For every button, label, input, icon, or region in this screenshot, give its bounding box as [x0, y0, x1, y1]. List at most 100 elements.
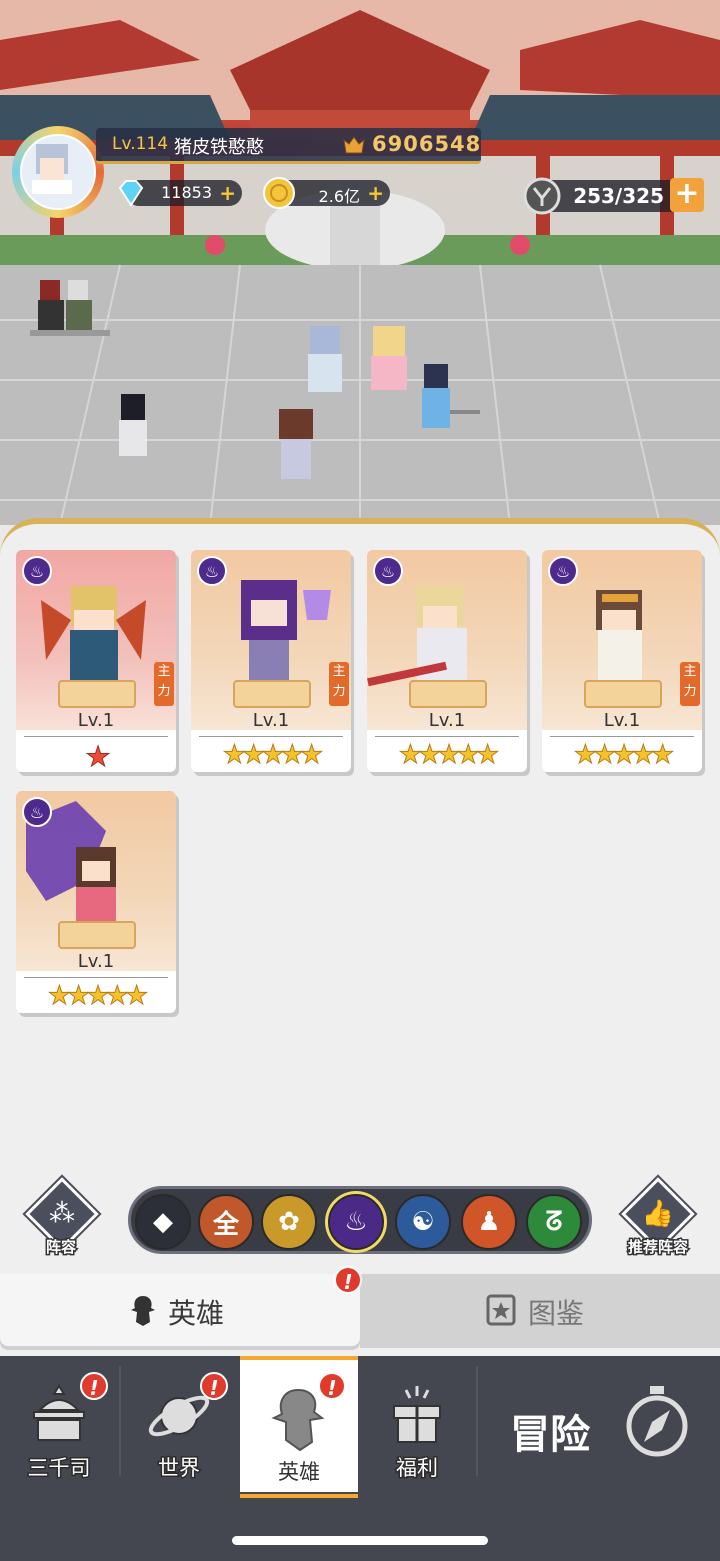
tab-hero[interactable]: 英雄 !: [0, 1266, 362, 1346]
hero-silhouette-icon: [131, 1296, 155, 1326]
dark-flame-icon: ♨: [22, 797, 52, 827]
character-swordsman: [30, 280, 110, 336]
hero-card[interactable]: ♨ Lv.1 ★★★★★: [367, 550, 527, 772]
divider: [24, 977, 168, 978]
nav-world[interactable]: ! 世界: [120, 1356, 238, 1496]
pedestal: [409, 680, 487, 708]
dark-flame-icon: ♨: [344, 1207, 368, 1237]
hero-card[interactable]: ♨ 主力 Lv.1 ★★★★★: [191, 550, 351, 772]
element-filter-bar: ◆ 全 ✿ ♨ ☯ ♟ ᘔ: [128, 1186, 592, 1254]
bottom-nav: ! 三千司 ! 世界 ! 英雄 福利 冒险: [0, 1356, 720, 1561]
dark-flame-icon: ♨: [197, 556, 227, 586]
gems-add-button[interactable]: +: [219, 181, 236, 205]
filter-lotus[interactable]: ✿: [261, 1194, 317, 1250]
recommended-lineup-label: 推荐阵容: [626, 1237, 689, 1258]
hero-card[interactable]: ♨ 主力 Lv.1 ★: [16, 550, 176, 772]
player-name: 猪皮铁憨憨: [174, 137, 264, 158]
meditation-icon: ♟: [477, 1207, 501, 1237]
player-level: Lv.114: [112, 134, 169, 154]
hero-level: Lv.1: [428, 710, 466, 731]
recommended-lineup-button[interactable]: 👍 推荐阵容: [618, 1177, 698, 1260]
stamina-value: 253/325: [573, 184, 664, 208]
gems-value: 11853: [161, 183, 212, 202]
layers-icon: ◆: [153, 1207, 173, 1237]
nav-label: 三千司: [26, 1455, 92, 1482]
tab-codex-label: 图鉴: [528, 1297, 585, 1330]
yin-yang-icon: ☯: [411, 1207, 435, 1237]
coin-icon: [263, 177, 295, 209]
gems-counter[interactable]: 11853 +: [118, 180, 242, 207]
alert-badge: !: [334, 1266, 362, 1294]
hero-level: Lv.1: [603, 710, 641, 731]
filter-layers[interactable]: ◆: [135, 1194, 191, 1250]
nav-sanqiansi[interactable]: ! 三千司: [0, 1356, 118, 1496]
filter-dna[interactable]: ᘔ: [526, 1194, 582, 1250]
lineup-button[interactable]: ⁂ 阵容: [24, 1177, 99, 1260]
avatar-icon: [32, 144, 72, 194]
divider: [375, 736, 519, 737]
hero-stars: ★: [85, 740, 111, 773]
stamina-icon: [523, 177, 561, 215]
pedestal: [233, 680, 311, 708]
compass-icon: [626, 1386, 688, 1457]
filter-yin-yang[interactable]: ☯: [395, 1194, 451, 1250]
all-icon: 全: [212, 1209, 239, 1240]
hero-level: Lv.1: [77, 710, 115, 731]
lineup-label: 阵容: [44, 1237, 77, 1258]
nav-adventure[interactable]: 冒险: [478, 1356, 720, 1496]
alert-badge: !: [80, 1372, 108, 1400]
home-indicator[interactable]: [232, 1536, 488, 1545]
hero-stars: ★★★★★: [398, 740, 500, 771]
gift-box-icon: [393, 1386, 441, 1443]
battle-scene: Lv.114 猪皮铁憨憨 6906548 11853 + 2.6亿 + 253/…: [0, 0, 720, 525]
pedestal: [584, 680, 662, 708]
hero-level: Lv.1: [77, 951, 115, 972]
pedestal: [58, 680, 136, 708]
stamina-add-button[interactable]: +: [670, 178, 704, 212]
tab-hero-label: 英雄: [168, 1297, 225, 1330]
nav-benefits[interactable]: 福利: [358, 1356, 476, 1496]
character-dark-hair: [119, 394, 147, 456]
nav-hero[interactable]: ! 英雄: [240, 1356, 358, 1498]
codex-icon: [486, 1294, 516, 1326]
filter-dark-flame[interactable]: ♨: [328, 1194, 384, 1250]
divider: [199, 736, 343, 737]
hero-stars: ★★★★★: [573, 740, 675, 771]
main-force-tag: 主力: [329, 662, 349, 706]
dark-flame-icon: ♨: [548, 556, 578, 586]
hero-card[interactable]: ♨ Lv.1 ★★★★★: [16, 791, 176, 1013]
filter-meditation[interactable]: ♟: [461, 1194, 517, 1250]
pedestal: [58, 921, 136, 949]
nav-label: 英雄: [278, 1460, 320, 1484]
main-force-tag: 主力: [680, 662, 700, 706]
character-blue-swordsman: [422, 364, 480, 428]
alert-badge: !: [200, 1372, 228, 1400]
player-info-bar: Lv.114 猪皮铁憨憨 6906548: [96, 128, 481, 164]
thumbs-up-icon: 👍: [641, 1199, 675, 1229]
stamina-counter[interactable]: 253/325 +: [523, 177, 704, 215]
dna-icon: ᘔ: [545, 1206, 563, 1237]
hero-stars: ★★★★★: [222, 740, 324, 771]
hero-card[interactable]: ♨ 主力 Lv.1 ★★★★★: [542, 550, 702, 772]
player-avatar[interactable]: [8, 122, 108, 222]
character-silver-hair: [308, 326, 342, 392]
diamond-icon: [118, 180, 144, 207]
power-icon: [343, 136, 365, 154]
filter-all[interactable]: 全: [198, 1194, 254, 1250]
nav-label: 世界: [157, 1455, 202, 1482]
divider: [550, 736, 694, 737]
alert-badge: !: [318, 1372, 346, 1400]
gold-value: 2.6亿: [318, 187, 360, 206]
character-brown-hair: [279, 409, 313, 479]
dark-flame-icon: ♨: [22, 556, 52, 586]
dark-flame-icon: ♨: [373, 556, 403, 586]
combat-power: 6906548: [372, 132, 482, 156]
main-force-tag: 主力: [154, 662, 174, 706]
lotus-icon: ✿: [278, 1207, 300, 1237]
tab-codex[interactable]: 图鉴: [360, 1274, 720, 1348]
hero-level: Lv.1: [252, 710, 290, 731]
gold-counter[interactable]: 2.6亿 +: [263, 177, 390, 209]
gold-add-button[interactable]: +: [367, 181, 384, 205]
hero-stars: ★★★★★: [47, 981, 149, 1012]
formation-icon: ⁂: [49, 1199, 75, 1229]
